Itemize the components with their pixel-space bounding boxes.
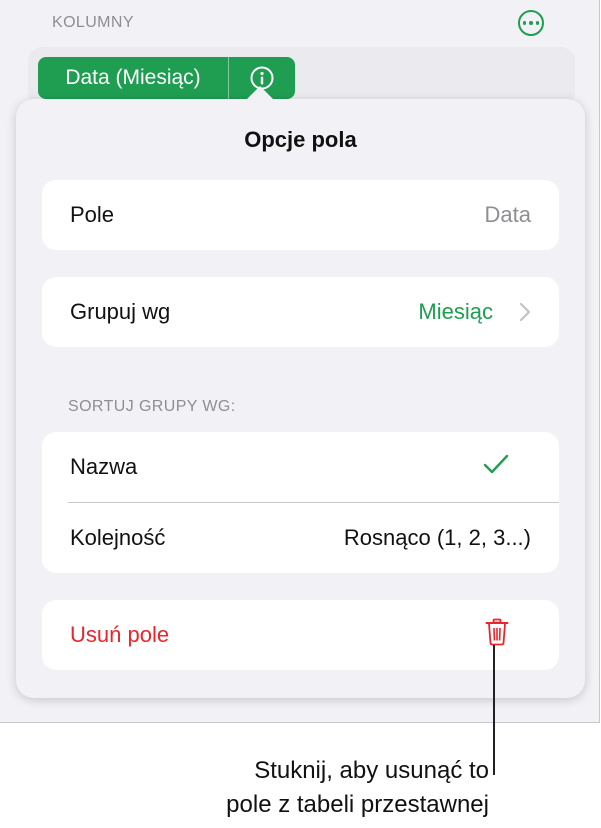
sort-order-row[interactable]: Kolejność Rosnąco (1, 2, 3...) <box>42 503 559 573</box>
delete-field-label: Usuń pole <box>70 622 170 647</box>
group-by-value: Miesiąc <box>418 299 493 324</box>
callout-line-1: Stuknij, aby usunąć to <box>254 757 489 784</box>
sort-card: Nazwa Kolejność Rosnąco (1, 2, 3...) <box>42 432 559 573</box>
chevron-right-icon <box>519 302 531 322</box>
field-chip-label[interactable]: Data (Miesiąc) <box>38 57 229 99</box>
callout-line-2: pole z tabeli przestawnej <box>226 791 489 818</box>
group-by-label: Grupuj wg <box>70 299 171 324</box>
columns-section-header: KOLUMNY <box>52 14 134 31</box>
checkmark-icon <box>483 453 509 481</box>
group-by-card: Grupuj wg Miesiąc <box>42 277 559 347</box>
sort-order-label: Kolejność <box>70 525 166 550</box>
trash-icon[interactable] <box>485 618 509 652</box>
sort-groups-header: SORTUJ GRUPY WG: <box>68 398 236 415</box>
group-by-row[interactable]: Grupuj wg Miesiąc <box>42 277 559 347</box>
more-options-icon[interactable] <box>518 10 544 36</box>
delete-field-button[interactable]: Usuń pole <box>42 600 559 670</box>
callout-line <box>493 645 495 775</box>
sort-option-name[interactable]: Nazwa <box>42 432 559 502</box>
delete-card: Usuń pole <box>42 600 559 670</box>
sort-option-name-label: Nazwa <box>70 454 138 479</box>
popover-title: Opcje pola <box>244 127 357 152</box>
callout-caption: Stuknij, aby usunąć to pole z tabeli prz… <box>226 754 489 822</box>
field-row-value: Data <box>484 202 531 227</box>
field-row[interactable]: Pole Data <box>42 180 559 250</box>
field-row-label: Pole <box>70 202 115 227</box>
sort-order-value: Rosnąco (1, 2, 3...) <box>343 525 531 550</box>
popover-arrow <box>246 86 274 100</box>
field-card: Pole Data <box>42 180 559 250</box>
